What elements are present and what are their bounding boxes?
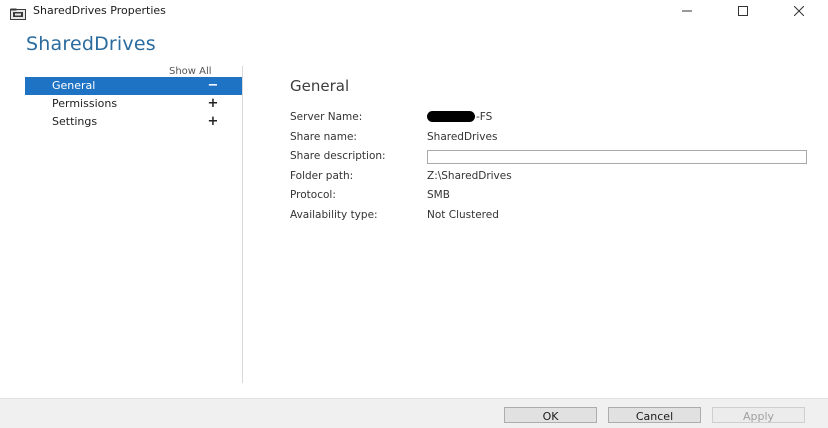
property-value: -FS — [427, 108, 492, 128]
close-button[interactable] — [776, 0, 822, 22]
property-value: Z:\SharedDrives — [427, 169, 512, 182]
property-row-protocol: Protocol: SMB — [290, 186, 810, 206]
apply-button[interactable]: Apply — [712, 407, 805, 423]
close-icon — [794, 6, 804, 16]
property-row-availability-type: Availability type: Not Clustered — [290, 206, 810, 226]
property-label: Share description: — [290, 150, 386, 162]
cancel-button[interactable]: Cancel — [608, 407, 701, 423]
dialog-footer: OK Cancel Apply — [0, 398, 828, 428]
maximize-icon — [738, 6, 748, 16]
server-name-suffix: -FS — [476, 111, 493, 123]
sidebar-nav: General − Permissions + Settings + — [25, 77, 242, 131]
nav-divider — [242, 66, 243, 383]
maximize-button[interactable] — [720, 0, 766, 22]
window-title: SharedDrives Properties — [33, 4, 166, 17]
property-value: SharedDrives — [427, 130, 498, 143]
ok-button[interactable]: OK — [504, 407, 597, 423]
property-row-server-name: Server Name: -FS — [290, 108, 810, 128]
show-all-link[interactable]: Show All — [169, 66, 212, 77]
properties-list: Server Name: -FS Share name: SharedDrive… — [290, 108, 810, 225]
property-label: Share name: — [290, 130, 357, 143]
title-bar: SharedDrives Properties — [0, 0, 828, 22]
property-row-folder-path: Folder path: Z:\SharedDrives — [290, 167, 810, 187]
minimize-icon — [682, 10, 692, 12]
expand-icon[interactable]: + — [208, 95, 219, 113]
sidebar-item-permissions[interactable]: Permissions + — [25, 95, 242, 113]
expand-icon[interactable]: + — [208, 113, 219, 131]
property-value: SMB — [427, 189, 450, 201]
sidebar-item-settings[interactable]: Settings + — [25, 113, 242, 131]
property-row-share-description: Share description: — [290, 147, 810, 167]
sidebar-item-label: Settings — [52, 115, 98, 128]
share-description-input[interactable] — [427, 150, 807, 164]
sidebar-item-label: General — [52, 79, 96, 92]
properties-window: SharedDrives Properties SharedDrives Sho… — [0, 0, 828, 428]
property-label: Server Name: — [290, 111, 363, 123]
property-value: Not Clustered — [427, 208, 499, 221]
property-label: Protocol: — [290, 189, 336, 201]
page-title: SharedDrives — [26, 33, 156, 55]
section-title: General — [290, 77, 350, 95]
redaction-mark — [427, 110, 475, 122]
collapse-icon[interactable]: − — [208, 77, 219, 95]
property-label: Availability type: — [290, 208, 378, 221]
sidebar-item-label: Permissions — [52, 97, 118, 110]
minimize-button[interactable] — [664, 0, 710, 22]
sidebar-item-general[interactable]: General − — [25, 77, 242, 95]
shared-folder-icon — [10, 5, 26, 20]
property-row-share-name: Share name: SharedDrives — [290, 128, 810, 148]
property-label: Folder path: — [290, 169, 354, 182]
